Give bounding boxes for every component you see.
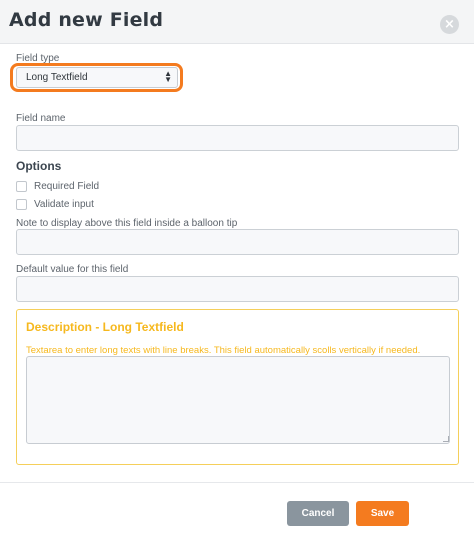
description-text: Textarea to enter long texts with line b… xyxy=(26,345,421,356)
description-panel: Description - Long Textfield Textarea to… xyxy=(16,309,459,465)
field-type-selected: Long Textfield xyxy=(26,72,88,83)
default-value-label: Default value for this field xyxy=(16,264,129,275)
default-value-input[interactable] xyxy=(16,276,459,302)
dialog-header: Add new Field × xyxy=(0,0,474,44)
save-button[interactable]: Save xyxy=(356,501,409,526)
required-field-label: Required Field xyxy=(34,181,100,192)
validate-input-label: Validate input xyxy=(34,199,94,210)
field-name-label: Field name xyxy=(16,113,66,124)
cancel-button[interactable]: Cancel xyxy=(287,501,349,526)
field-name-input[interactable] xyxy=(16,125,459,151)
required-field-checkbox[interactable] xyxy=(16,181,27,192)
dialog-title: Add new Field xyxy=(9,9,164,31)
validate-input-checkbox[interactable] xyxy=(16,199,27,210)
close-icon[interactable]: × xyxy=(440,15,459,34)
description-textarea[interactable] xyxy=(26,356,450,444)
field-type-select[interactable]: Long Textfield ▲ ▼ xyxy=(16,67,178,88)
resize-grip-icon[interactable] xyxy=(443,436,449,442)
footer-divider xyxy=(0,482,474,483)
select-caret-icon: ▲ ▼ xyxy=(164,69,172,84)
required-field-option[interactable]: Required Field xyxy=(16,181,99,192)
description-title: Description - Long Textfield xyxy=(26,320,184,334)
validate-input-option[interactable]: Validate input xyxy=(16,199,94,210)
options-title: Options xyxy=(16,159,62,173)
note-label: Note to display above this field inside … xyxy=(16,218,238,229)
note-input[interactable] xyxy=(16,229,459,255)
